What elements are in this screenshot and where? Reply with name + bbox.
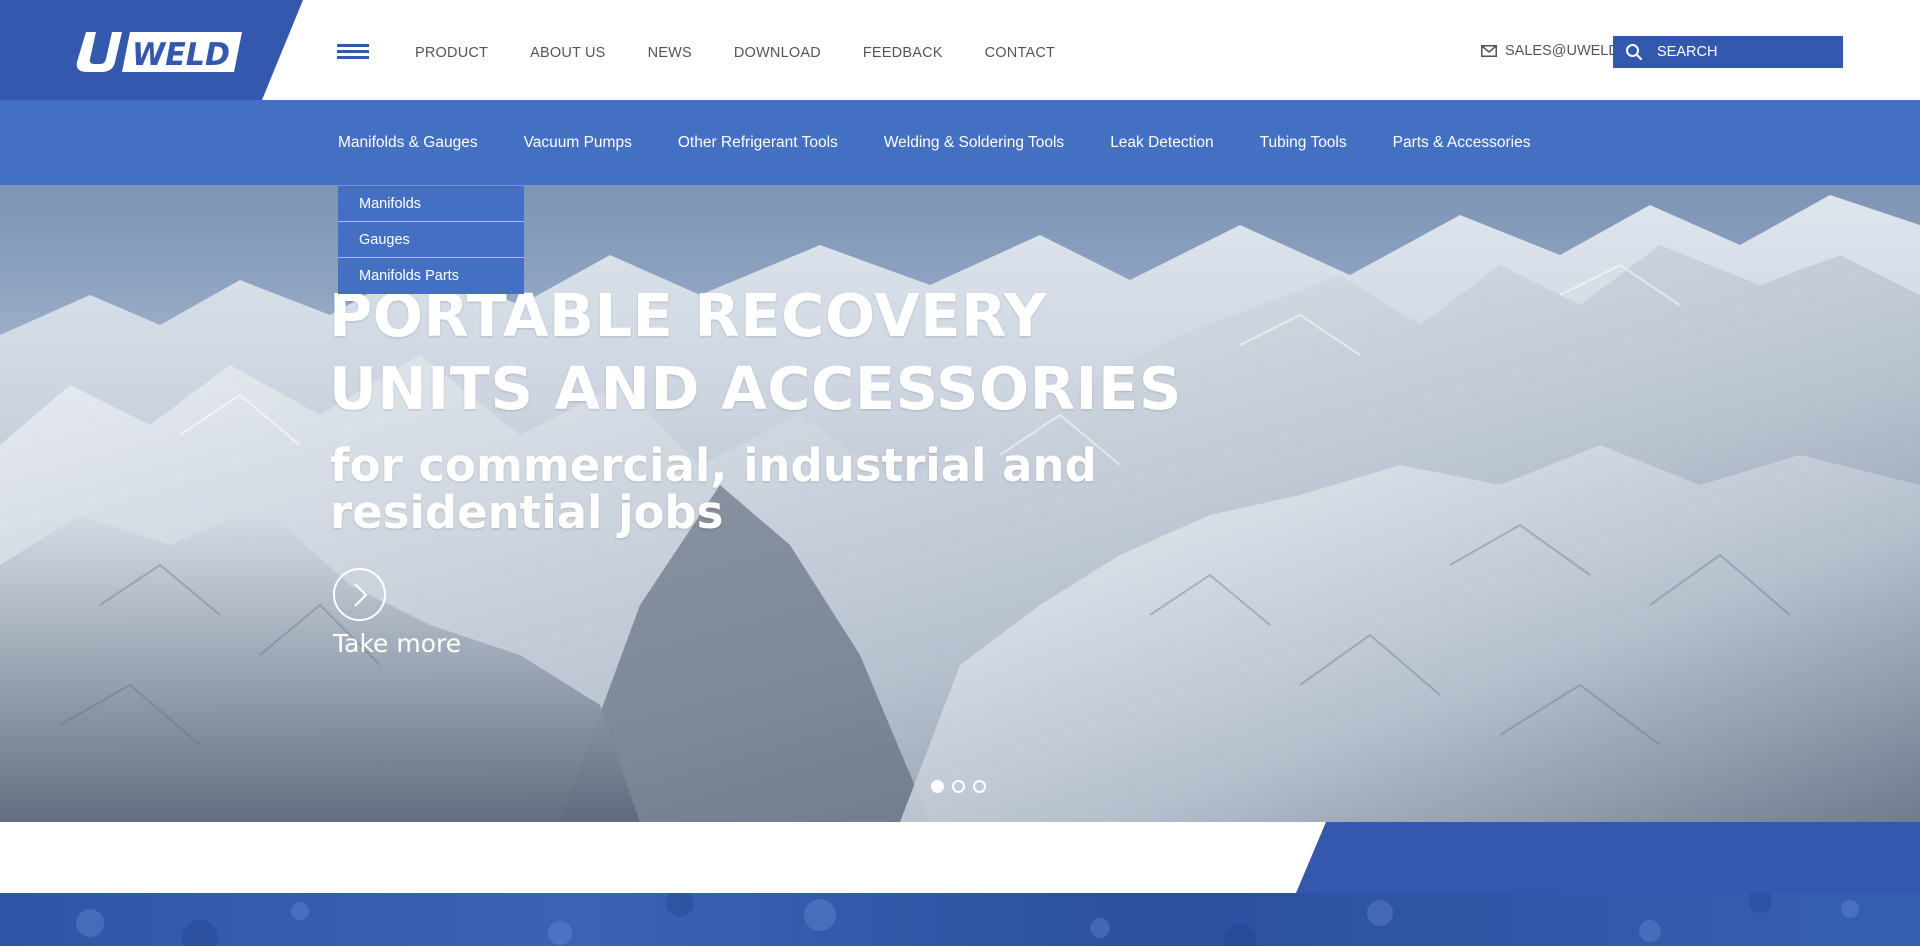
- chevron-right-icon: [353, 582, 367, 607]
- hero-subtitle-line-1: for commercial, industrial and: [330, 439, 1097, 492]
- category-tubing-tools[interactable]: Tubing Tools: [1260, 134, 1347, 152]
- hero-subtitle: for commercial, industrial and residenti…: [330, 442, 1150, 536]
- category-welding-soldering-tools[interactable]: Welding & Soldering Tools: [884, 134, 1064, 152]
- slider-dot-2[interactable]: [952, 780, 965, 793]
- manifolds-gauges-dropdown: Manifolds Gauges Manifolds Parts: [338, 186, 524, 294]
- category-parts-accessories[interactable]: Parts & Accessories: [1393, 134, 1531, 152]
- hero-title: PORTABLE RECOVERY UNITS AND ACCESSORIES: [329, 279, 1229, 425]
- search-input[interactable]: [1655, 43, 1825, 61]
- category-list: Manifolds & Gauges Vacuum Pumps Other Re…: [338, 100, 1576, 185]
- nav-contact[interactable]: CONTACT: [985, 45, 1055, 61]
- contact-email[interactable]: SALES@UWELD: [1481, 43, 1615, 59]
- hero-slider: PORTABLE RECOVERY UNITS AND ACCESSORIES …: [0, 185, 1920, 822]
- nav-news[interactable]: NEWS: [648, 45, 692, 61]
- slider-dot-1[interactable]: [931, 780, 944, 793]
- next-section-background: [0, 893, 1920, 946]
- nav-download[interactable]: DOWNLOAD: [734, 45, 821, 61]
- search-box[interactable]: [1613, 36, 1843, 68]
- slider-pagination: [931, 780, 994, 793]
- menu-hamburger-icon[interactable]: [337, 44, 369, 62]
- category-vacuum-pumps[interactable]: Vacuum Pumps: [524, 134, 632, 152]
- section-accent-band: [1296, 822, 1920, 893]
- nav-product[interactable]: PRODUCT: [415, 45, 488, 61]
- dropdown-item-gauges[interactable]: Gauges: [338, 222, 524, 258]
- search-icon[interactable]: [1625, 43, 1643, 61]
- take-more-button[interactable]: [333, 568, 386, 621]
- hero-subtitle-line-2: residential jobs: [330, 486, 724, 539]
- top-nav: PRODUCT ABOUT US NEWS DOWNLOAD FEEDBACK …: [415, 0, 1097, 100]
- slider-dot-3[interactable]: [973, 780, 986, 793]
- dropdown-item-manifolds[interactable]: Manifolds: [338, 186, 524, 222]
- nav-feedback[interactable]: FEEDBACK: [863, 45, 943, 61]
- mail-icon: [1481, 45, 1497, 57]
- take-more-link[interactable]: Take more: [333, 629, 461, 658]
- category-bar: Manifolds & Gauges Vacuum Pumps Other Re…: [0, 100, 1920, 185]
- ice-texture-image: [76, 893, 1859, 946]
- category-leak-detection[interactable]: Leak Detection: [1110, 134, 1213, 152]
- nav-about-us[interactable]: ABOUT US: [530, 45, 605, 61]
- uweld-logo[interactable]: WELD: [76, 32, 242, 72]
- dropdown-item-manifolds-parts[interactable]: Manifolds Parts: [338, 258, 524, 294]
- email-text: SALES@UWELD: [1505, 43, 1615, 59]
- category-manifolds-gauges[interactable]: Manifolds & Gauges: [338, 134, 478, 152]
- hero-title-line-2: UNITS AND ACCESSORIES: [329, 354, 1182, 423]
- svg-text:WELD: WELD: [132, 37, 230, 72]
- category-other-refrigerant-tools[interactable]: Other Refrigerant Tools: [678, 134, 838, 152]
- site-header: WELD PRODUCT ABOUT US NEWS DOWNLOAD FEED…: [0, 0, 1920, 100]
